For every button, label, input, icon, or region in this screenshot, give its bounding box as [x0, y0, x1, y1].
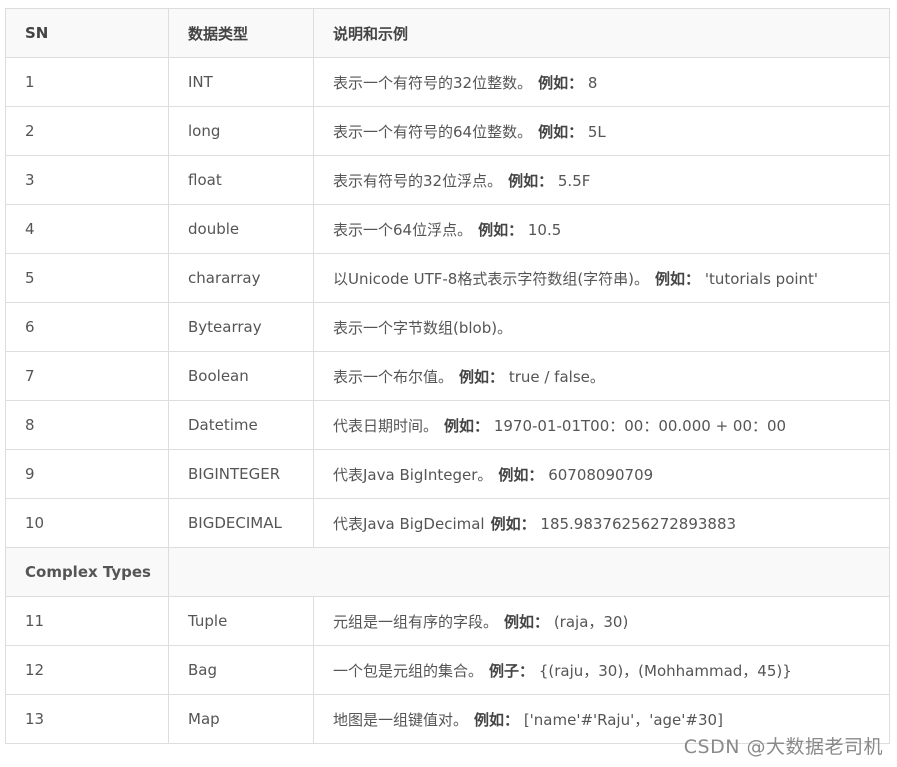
table-row: 4 double 表示一个64位浮点。 例如： 10.5	[5, 204, 890, 254]
cell-type: Bag	[168, 645, 314, 695]
cell-description: 代表日期时间。 例如： 1970-01-01T00：00：00.000 + 00：…	[313, 400, 890, 450]
example-value: 5L	[587, 122, 606, 141]
table-header-row: SN 数据类型 说明和示例	[5, 8, 890, 58]
example-value: 1970-01-01T00：00：00.000 + 00：00	[493, 416, 787, 435]
cell-sn: 8	[5, 400, 169, 450]
table-row: 8 Datetime 代表日期时间。 例如： 1970-01-01T00：00：0…	[5, 400, 890, 450]
table-row: 9 BIGINTEGER 代表Java BigInteger。 例如： 60708…	[5, 449, 890, 499]
header-sn: SN	[5, 8, 169, 58]
example-label: 例如：	[498, 465, 544, 484]
description-text: 元组是一组有序的字段。	[333, 612, 499, 631]
cell-type: Datetime	[168, 400, 314, 450]
cell-type: float	[168, 155, 314, 205]
table-row: 5 chararray 以Unicode UTF-8格式表示字符数组(字符串)。…	[5, 253, 890, 303]
cell-sn: 5	[5, 253, 169, 303]
cell-description: 以Unicode UTF-8格式表示字符数组(字符串)。 例如： 'tutoria…	[313, 253, 890, 303]
example-value: 5.5F	[557, 171, 591, 190]
description-text: 表示一个64位浮点。	[333, 220, 473, 239]
cell-sn: 1	[5, 57, 169, 107]
cell-type: Tuple	[168, 596, 314, 646]
example-label: 例如：	[538, 122, 584, 141]
example-value: ['name'#'Raju'，'age'#30]	[523, 710, 723, 729]
example-value: 'tutorials point'	[704, 269, 819, 288]
table-row: 6 Bytearray 表示一个字节数组(blob)。	[5, 302, 890, 352]
header-description: 说明和示例	[313, 8, 890, 58]
cell-type: double	[168, 204, 314, 254]
description-text: 表示一个字节数组(blob)。	[333, 318, 513, 337]
description-text: 以Unicode UTF-8格式表示字符数组(字符串)。	[333, 269, 650, 288]
cell-description: 表示一个有符号的32位整数。 例如： 8	[313, 57, 890, 107]
description-text: 表示一个有符号的32位整数。	[333, 73, 533, 92]
example-label: 例如：	[655, 269, 701, 288]
description-text: 表示一个布尔值。	[333, 367, 454, 386]
cell-description: 表示有符号的32位浮点。 例如： 5.5F	[313, 155, 890, 205]
table-row: 3 float 表示有符号的32位浮点。 例如： 5.5F	[5, 155, 890, 205]
description-text: 代表Java BigDecimal	[333, 514, 485, 533]
csdn-watermark: CSDN @大数据老司机	[683, 736, 883, 758]
section-label: Complex Types	[5, 547, 169, 597]
cell-sn: 6	[5, 302, 169, 352]
cell-type: BIGDECIMAL	[168, 498, 314, 548]
example-value: true / false。	[508, 367, 605, 386]
description-text: 表示一个有符号的64位整数。	[333, 122, 533, 141]
table-row: 10 BIGDECIMAL 代表Java BigDecimal 例如： 185.9…	[5, 498, 890, 548]
cell-sn: 2	[5, 106, 169, 156]
example-label: 例如：	[474, 710, 520, 729]
example-label: 例如：	[444, 416, 490, 435]
cell-type: long	[168, 106, 314, 156]
cell-description: 表示一个64位浮点。 例如： 10.5	[313, 204, 890, 254]
cell-sn: 10	[5, 498, 169, 548]
cell-sn: 12	[5, 645, 169, 695]
example-value: 8	[587, 73, 598, 92]
description-text: 地图是一组键值对。	[333, 710, 469, 729]
example-label: 例子：	[489, 661, 535, 680]
example-value: {(raju，30)，(Mohhammad，45)}	[538, 661, 792, 680]
section-row: Complex Types	[5, 547, 890, 597]
header-data-type: 数据类型	[168, 8, 314, 58]
example-value: 185.98376256272893883	[540, 514, 737, 533]
cell-type: BIGINTEGER	[168, 449, 314, 499]
example-label: 例如：	[508, 171, 554, 190]
cell-sn: 13	[5, 694, 169, 744]
cell-description: 代表Java BigDecimal 例如： 185.983762562728938…	[313, 498, 890, 548]
description-text: 代表Java BigInteger。	[333, 465, 493, 484]
data-types-table-container: SN 数据类型 说明和示例 1 INT 表示一个有符号的32位整数。 例如： 8 …	[5, 8, 890, 744]
cell-sn: 11	[5, 596, 169, 646]
cell-description: 表示一个字节数组(blob)。	[313, 302, 890, 352]
cell-description: 一个包是元组的集合。 例子： {(raju，30)，(Mohhammad，45)}	[313, 645, 890, 695]
section-spacer	[168, 547, 890, 597]
cell-description: 代表Java BigInteger。 例如： 60708090709	[313, 449, 890, 499]
cell-sn: 4	[5, 204, 169, 254]
cell-sn: 3	[5, 155, 169, 205]
cell-description: 元组是一组有序的字段。 例如： (raja，30)	[313, 596, 890, 646]
example-value: 60708090709	[548, 465, 654, 484]
data-types-table: SN 数据类型 说明和示例 1 INT 表示一个有符号的32位整数。 例如： 8 …	[5, 8, 890, 744]
example-label: 例如：	[538, 73, 584, 92]
cell-description: 表示一个有符号的64位整数。 例如： 5L	[313, 106, 890, 156]
table-row: 7 Boolean 表示一个布尔值。 例如： true / false。	[5, 351, 890, 401]
table-row: 2 long 表示一个有符号的64位整数。 例如： 5L	[5, 106, 890, 156]
description-text: 代表日期时间。	[333, 416, 439, 435]
table-row: 11 Tuple 元组是一组有序的字段。 例如： (raja，30)	[5, 596, 890, 646]
cell-description: 表示一个布尔值。 例如： true / false。	[313, 351, 890, 401]
table-row: 12 Bag 一个包是元组的集合。 例子： {(raju，30)，(Mohhamm…	[5, 645, 890, 695]
example-label: 例如：	[459, 367, 505, 386]
description-text: 表示有符号的32位浮点。	[333, 171, 503, 190]
cell-sn: 7	[5, 351, 169, 401]
example-value: (raja，30)	[553, 612, 629, 631]
cell-type: Boolean	[168, 351, 314, 401]
description-text: 一个包是元组的集合。	[333, 661, 484, 680]
example-label: 例如：	[504, 612, 550, 631]
cell-type: Map	[168, 694, 314, 744]
cell-type: chararray	[168, 253, 314, 303]
cell-sn: 9	[5, 449, 169, 499]
example-value: 10.5	[527, 220, 562, 239]
table-row: 1 INT 表示一个有符号的32位整数。 例如： 8	[5, 57, 890, 107]
example-label: 例如：	[478, 220, 524, 239]
cell-type: Bytearray	[168, 302, 314, 352]
example-label: 例如：	[490, 514, 536, 533]
cell-type: INT	[168, 57, 314, 107]
